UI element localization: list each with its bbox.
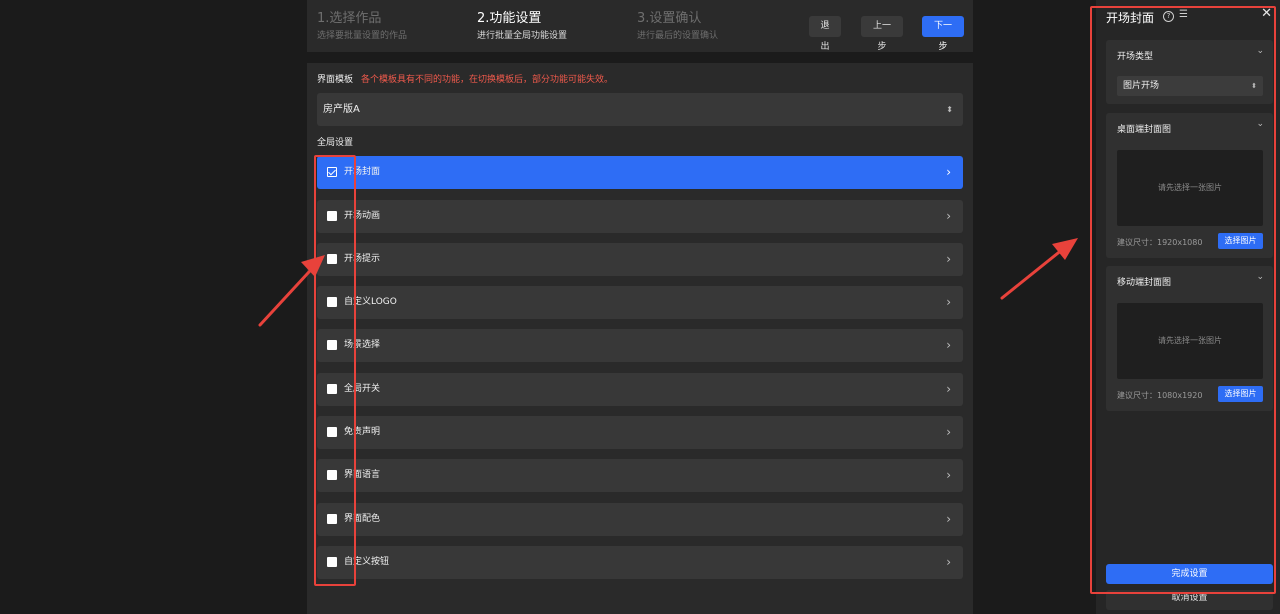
step-1-title: 1.选择作品 [317, 11, 382, 26]
updown-icon: ⬍ [946, 105, 953, 114]
template-select-value: 房产版A [323, 104, 360, 115]
chevron-right-icon: › [946, 338, 951, 352]
step-3-title: 3.设置确认 [637, 11, 702, 26]
annotation-highlight-panel [1090, 6, 1276, 594]
template-select[interactable]: 房产版A ⬍ [317, 93, 963, 126]
chevron-right-icon: › [946, 209, 951, 223]
feature-item-ui-colors[interactable]: 界面配色 › [317, 503, 963, 536]
template-label: 界面模板 [317, 75, 354, 85]
feature-item-opening-animation[interactable]: 开场动画 › [317, 200, 963, 233]
chevron-right-icon: › [946, 425, 951, 439]
global-settings-label: 全局设置 [317, 138, 354, 148]
step-1-subtitle: 选择要批量设置的作品 [317, 31, 408, 41]
next-step-button[interactable]: 下一步 [922, 16, 964, 52]
step-2-subtitle: 进行批量全局功能设置 [477, 31, 568, 41]
step-2-title: 2.功能设置 [477, 11, 542, 26]
feature-item-custom-logo[interactable]: 自定义LOGO › [317, 286, 963, 319]
chevron-right-icon: › [946, 295, 951, 309]
feature-item-opening-tip[interactable]: 开场提示 › [317, 243, 963, 276]
feature-item-disclaimer[interactable]: 免责声明 › [317, 416, 963, 449]
chevron-right-icon: › [946, 252, 951, 266]
annotation-highlight-checkboxes [314, 155, 356, 586]
feature-item-ui-language[interactable]: 界面语言 › [317, 459, 963, 492]
steps-header: 1.选择作品 选择要批量设置的作品 2.功能设置 进行批量全局功能设置 3.设置… [307, 0, 973, 52]
chevron-right-icon: › [946, 512, 951, 526]
feature-item-opening-cover[interactable]: 开场封面 › [317, 156, 963, 189]
step-1: 1.选择作品 选择要批量设置的作品 [317, 10, 407, 43]
chevron-right-icon: › [946, 468, 951, 482]
feature-item-custom-button[interactable]: 自定义按钮 › [317, 546, 963, 579]
arrow-head-panel [1052, 238, 1078, 260]
prev-step-button[interactable]: 上一步 [861, 16, 903, 52]
chevron-right-icon: › [946, 382, 951, 396]
step-3-subtitle: 进行最后的设置确认 [637, 31, 719, 41]
step-2: 2.功能设置 进行批量全局功能设置 [477, 10, 567, 43]
arrow-to-panel [1000, 243, 1070, 300]
settings-panel: 界面模板 各个模板具有不同的功能，在切换模板后，部分功能可能失效。 房产版A ⬍ … [307, 63, 973, 614]
template-warning: 各个模板具有不同的功能，在切换模板后，部分功能可能失效。 [361, 75, 614, 85]
feature-item-scene-select[interactable]: 场景选择 › [317, 329, 963, 362]
exit-button[interactable]: 退出 [809, 16, 841, 52]
chevron-right-icon: › [946, 165, 951, 179]
chevron-right-icon: › [946, 555, 951, 569]
step-3: 3.设置确认 进行最后的设置确认 [637, 10, 718, 43]
template-row: 界面模板 各个模板具有不同的功能，在切换模板后，部分功能可能失效。 [317, 74, 613, 86]
feature-item-global-switch[interactable]: 全局开关 › [317, 373, 963, 406]
